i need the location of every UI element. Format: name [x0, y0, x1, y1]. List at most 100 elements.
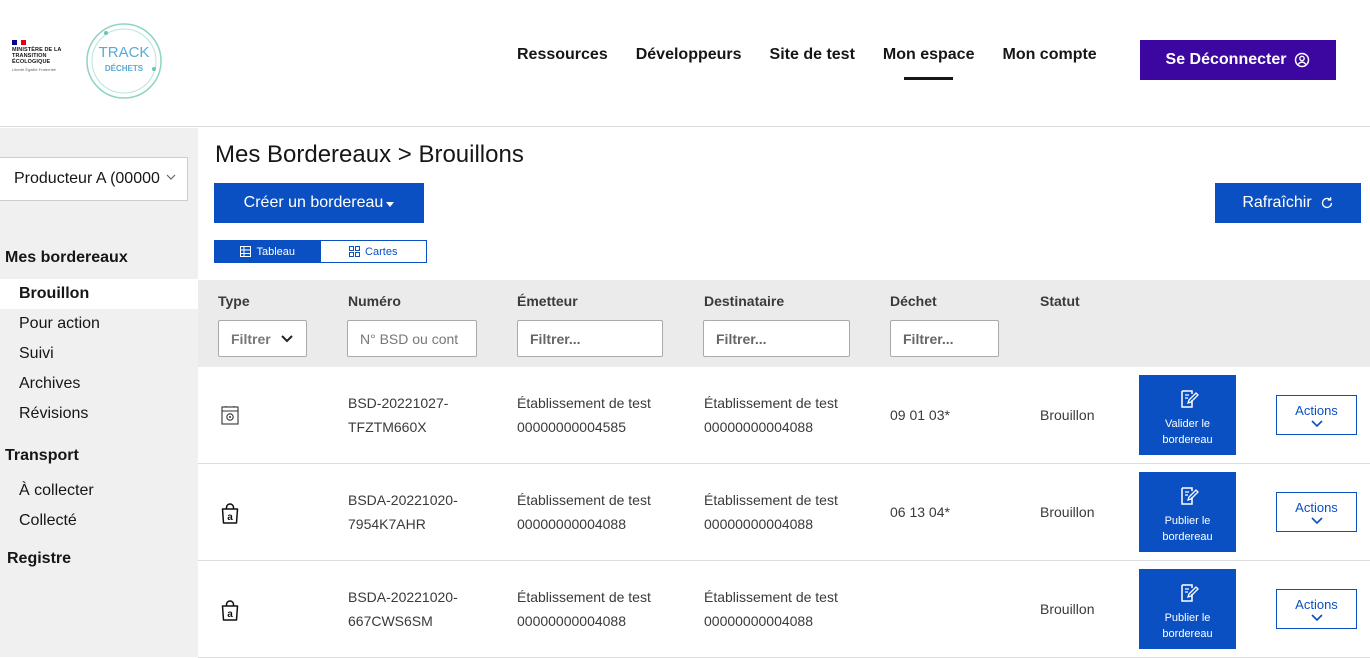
- refresh-icon: [1321, 197, 1332, 209]
- sidebar: Producteur A (00000 Mes bordereaux Broui…: [0, 128, 198, 657]
- validate-bordereau-button[interactable]: Valider le bordereau: [1139, 375, 1236, 455]
- gov-logo-text: MINISTÈRE DE LA TRANSITION ÉCOLOGIQUE: [12, 47, 62, 65]
- view-table-tab[interactable]: Tableau: [215, 241, 321, 262]
- column-header-numero: Numéro: [348, 293, 401, 309]
- view-table-label: Tableau: [256, 245, 296, 258]
- svg-text:a: a: [227, 609, 233, 620]
- logout-label: Se Déconnecter: [1165, 51, 1287, 68]
- row-actions-button[interactable]: Actions: [1276, 492, 1357, 532]
- publish-label-line2: bordereau: [1162, 628, 1213, 640]
- create-bordereau-button[interactable]: Créer un bordereau: [214, 183, 424, 223]
- sidebar-section-bordereaux: Mes bordereaux: [5, 249, 128, 266]
- row-actions-label: Actions: [1295, 402, 1338, 418]
- row-numero-line2: 667CWS6SM: [348, 613, 433, 629]
- row-statut: Brouillon: [1040, 407, 1095, 423]
- edit-document-icon: [1180, 584, 1199, 602]
- nav-developpeurs[interactable]: Développeurs: [636, 46, 742, 64]
- nav-site-de-test[interactable]: Site de test: [770, 46, 855, 64]
- view-cards-label: Cartes: [365, 245, 398, 258]
- asbestos-bag-icon: a: [221, 503, 239, 524]
- chevron-down-icon: [1310, 613, 1323, 621]
- row-numero-line1: BSD-20221027-: [348, 395, 449, 411]
- government-logo: MINISTÈRE DE LA TRANSITION ÉCOLOGIQUE Li…: [12, 40, 72, 72]
- row-dechet: 06 13 04*: [890, 504, 950, 520]
- row-actions-button[interactable]: Actions: [1276, 395, 1357, 435]
- row-emetteur-siret: 00000000004088: [517, 613, 627, 629]
- dechet-filter-input[interactable]: Filtrer...: [890, 320, 999, 357]
- create-bordereau-label: Créer un bordereau: [243, 194, 384, 211]
- validate-label-line1: Valider le: [1164, 418, 1211, 430]
- chevron-down-icon: [1310, 516, 1323, 524]
- publish-bordereau-button[interactable]: Publier le bordereau: [1139, 472, 1236, 552]
- logout-button[interactable]: Se Déconnecter: [1140, 40, 1336, 80]
- row-numero: BSDA-20221020- 667CWS6SM: [348, 585, 458, 633]
- sidebar-item-collecte[interactable]: Collecté: [0, 506, 198, 536]
- row-destinataire: Établissement de test 00000000004088: [704, 585, 838, 633]
- row-destinataire-name: Établissement de test: [704, 395, 838, 411]
- row-destinataire-name: Établissement de test: [704, 492, 838, 508]
- type-filter-select[interactable]: Filtrer: [218, 320, 307, 357]
- row-emetteur-name: Établissement de test: [517, 395, 651, 411]
- row-emetteur-name: Établissement de test: [517, 492, 651, 508]
- publish-label-line2: bordereau: [1162, 531, 1213, 543]
- logo-text-track: TRACK: [99, 44, 150, 61]
- column-header-dechet: Déchet: [890, 293, 937, 309]
- table-row: a BSDA-20221020- 667CWS6SM Établissement …: [198, 561, 1370, 658]
- publish-label-line1: Publier le: [1164, 515, 1211, 527]
- row-numero-line2: 7954K7AHR: [348, 516, 426, 532]
- type-filter-value: Filtrer: [231, 330, 271, 347]
- nav-ressources[interactable]: Ressources: [517, 46, 608, 64]
- column-header-statut: Statut: [1040, 293, 1080, 309]
- trackdechets-logo[interactable]: TRACK DÉCHETS: [84, 21, 164, 101]
- row-actions-button[interactable]: Actions: [1276, 589, 1357, 629]
- emetteur-filter-input[interactable]: Filtrer...: [517, 320, 663, 357]
- row-numero-line1: BSDA-20221020-: [348, 492, 458, 508]
- row-destinataire: Établissement de test 00000000004088: [704, 391, 838, 439]
- chevron-down-icon: [1310, 419, 1323, 427]
- sidebar-item-revisions[interactable]: Révisions: [0, 399, 198, 429]
- sidebar-section-transport: Transport: [5, 447, 79, 464]
- asbestos-bag-icon: a: [221, 600, 239, 621]
- row-destinataire-siret: 00000000004088: [704, 613, 814, 629]
- company-select[interactable]: Producteur A (00000: [0, 157, 188, 201]
- sidebar-item-archives[interactable]: Archives: [0, 369, 198, 399]
- destinataire-filter-input[interactable]: Filtrer...: [703, 320, 850, 357]
- view-cards-tab[interactable]: Cartes: [320, 241, 426, 262]
- caret-down-icon: [386, 201, 395, 207]
- row-statut: Brouillon: [1040, 601, 1095, 617]
- marianne-flag-icon: [12, 40, 27, 45]
- bsd-form-icon: [221, 406, 239, 425]
- company-select-value: Producteur A (00000: [14, 170, 160, 187]
- refresh-button[interactable]: Rafraîchir: [1215, 183, 1361, 223]
- row-actions-label: Actions: [1295, 596, 1338, 612]
- sidebar-item-brouillon[interactable]: Brouillon: [0, 279, 198, 309]
- nav-mon-compte[interactable]: Mon compte: [1002, 46, 1096, 64]
- refresh-label: Rafraîchir: [1242, 194, 1312, 211]
- table-header: Type Numéro Émetteur Destinataire Déchet…: [198, 280, 1370, 367]
- row-emetteur: Établissement de test 00000000004088: [517, 488, 651, 536]
- row-dechet: 09 01 03*: [890, 407, 950, 423]
- svg-text:a: a: [227, 512, 233, 523]
- page-title: Mes Bordereaux > Brouillons: [215, 141, 524, 168]
- sidebar-section-registre[interactable]: Registre: [7, 550, 71, 568]
- row-destinataire: Établissement de test 00000000004088: [704, 488, 838, 536]
- table-row: BSD-20221027- TFZTM660X Établissement de …: [198, 367, 1370, 464]
- row-numero: BSDA-20221020- 7954K7AHR: [348, 488, 458, 536]
- row-destinataire-siret: 00000000004088: [704, 419, 814, 435]
- view-toggle: Tableau Cartes: [214, 240, 427, 263]
- numero-filter-input[interactable]: N° BSD ou cont: [347, 320, 477, 357]
- row-numero: BSD-20221027- TFZTM660X: [348, 391, 448, 439]
- gov-logo-motto: Liberté Égalité Fraternité: [12, 67, 56, 72]
- cards-grid-icon: [349, 246, 361, 257]
- nav-mon-espace[interactable]: Mon espace: [883, 46, 974, 80]
- validate-label-line2: bordereau: [1162, 434, 1213, 446]
- row-emetteur-siret: 00000000004088: [517, 516, 627, 532]
- row-emetteur: Établissement de test 00000000004585: [517, 391, 651, 439]
- row-statut: Brouillon: [1040, 504, 1095, 520]
- row-numero-line2: TFZTM660X: [348, 419, 427, 435]
- publish-bordereau-button[interactable]: Publier le bordereau: [1139, 569, 1236, 649]
- column-header-emetteur: Émetteur: [517, 293, 578, 309]
- sidebar-item-a-collecter[interactable]: À collecter: [0, 476, 198, 506]
- sidebar-item-pour-action[interactable]: Pour action: [0, 309, 198, 339]
- sidebar-item-suivi[interactable]: Suivi: [0, 339, 198, 369]
